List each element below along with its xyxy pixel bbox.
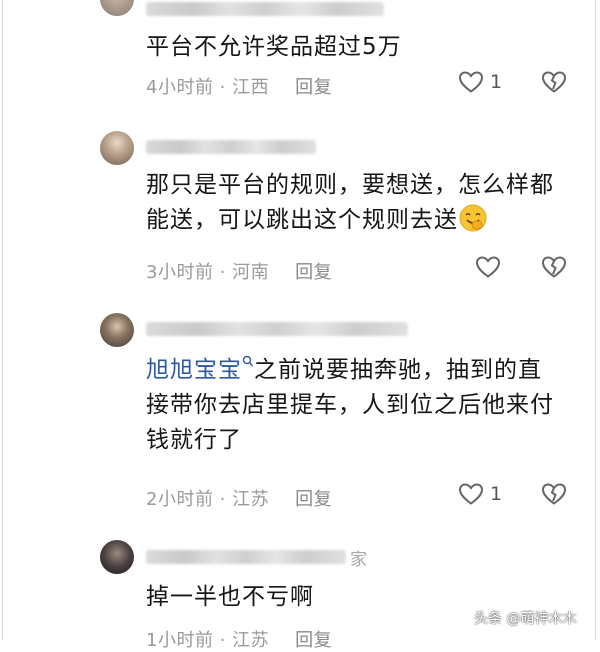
meta-separator: · (213, 489, 233, 510)
mention-link[interactable]: 旭旭宝宝 (146, 355, 254, 383)
heart-outline-icon (458, 483, 484, 505)
search-link-icon (242, 355, 254, 367)
dislike-button[interactable] (541, 70, 567, 98)
like-button[interactable]: 1 (458, 70, 502, 94)
smiling-face-emoji-icon (458, 203, 488, 244)
avatar[interactable] (100, 540, 134, 574)
reply-button[interactable]: 回复 (295, 630, 332, 651)
user-name-blurred (146, 322, 408, 336)
comment-time: 3小时前 (146, 262, 214, 283)
user-name-suffix: 家 (350, 550, 367, 570)
comment-meta: 2小时前 · 江苏 回复 (146, 485, 332, 511)
comment-text: 那只是平台的规则，要想送，怎么样都 能送，可以跳出这个规则去送 (146, 168, 576, 244)
reply-button[interactable]: 回复 (295, 489, 332, 510)
comment-meta: 4小时前 · 江西 回复 (146, 73, 332, 99)
comment-meta: 1小时前 · 江苏 回复 (146, 626, 332, 652)
dislike-button[interactable] (541, 255, 567, 283)
comment-text: 平台不允许奖品超过5万 (146, 34, 402, 60)
meta-separator: · (213, 262, 233, 283)
comment-location: 江西 (232, 77, 270, 98)
avatar[interactable] (100, 313, 134, 347)
comment-time: 4小时前 (146, 77, 214, 98)
dislike-button[interactable] (541, 482, 567, 510)
comment-location: 河南 (232, 262, 270, 283)
comment-location: 江苏 (232, 630, 270, 651)
comment-location: 江苏 (232, 489, 270, 510)
user-name-blurred (146, 550, 346, 564)
like-count: 1 (490, 71, 503, 93)
reply-button[interactable]: 回复 (295, 262, 332, 283)
like-count: 1 (490, 483, 503, 505)
meta-separator: · (213, 77, 233, 98)
heart-outline-icon (458, 71, 484, 93)
user-name-blurred (146, 2, 384, 16)
avatar[interactable] (100, 131, 134, 165)
like-button[interactable]: 1 (458, 482, 502, 506)
reply-button[interactable]: 回复 (295, 77, 332, 98)
user-name-blurred (146, 140, 316, 154)
broken-heart-icon (541, 256, 567, 278)
comment-text: 旭旭宝宝 之前说要抽奔驰，抽到的直 接带你去店里提车，人到位之后他来付 钱就行了 (146, 355, 554, 453)
heart-outline-icon (475, 256, 501, 278)
comment-meta: 3小时前 · 河南 回复 (146, 258, 332, 284)
comment-time: 1小时前 (146, 630, 214, 651)
comment-time: 2小时前 (146, 489, 214, 510)
watermark: 头条 @萌神木木 (474, 611, 577, 627)
like-button[interactable] (475, 255, 501, 279)
broken-heart-icon (541, 483, 567, 505)
broken-heart-icon (541, 71, 567, 93)
meta-separator: · (213, 630, 233, 651)
